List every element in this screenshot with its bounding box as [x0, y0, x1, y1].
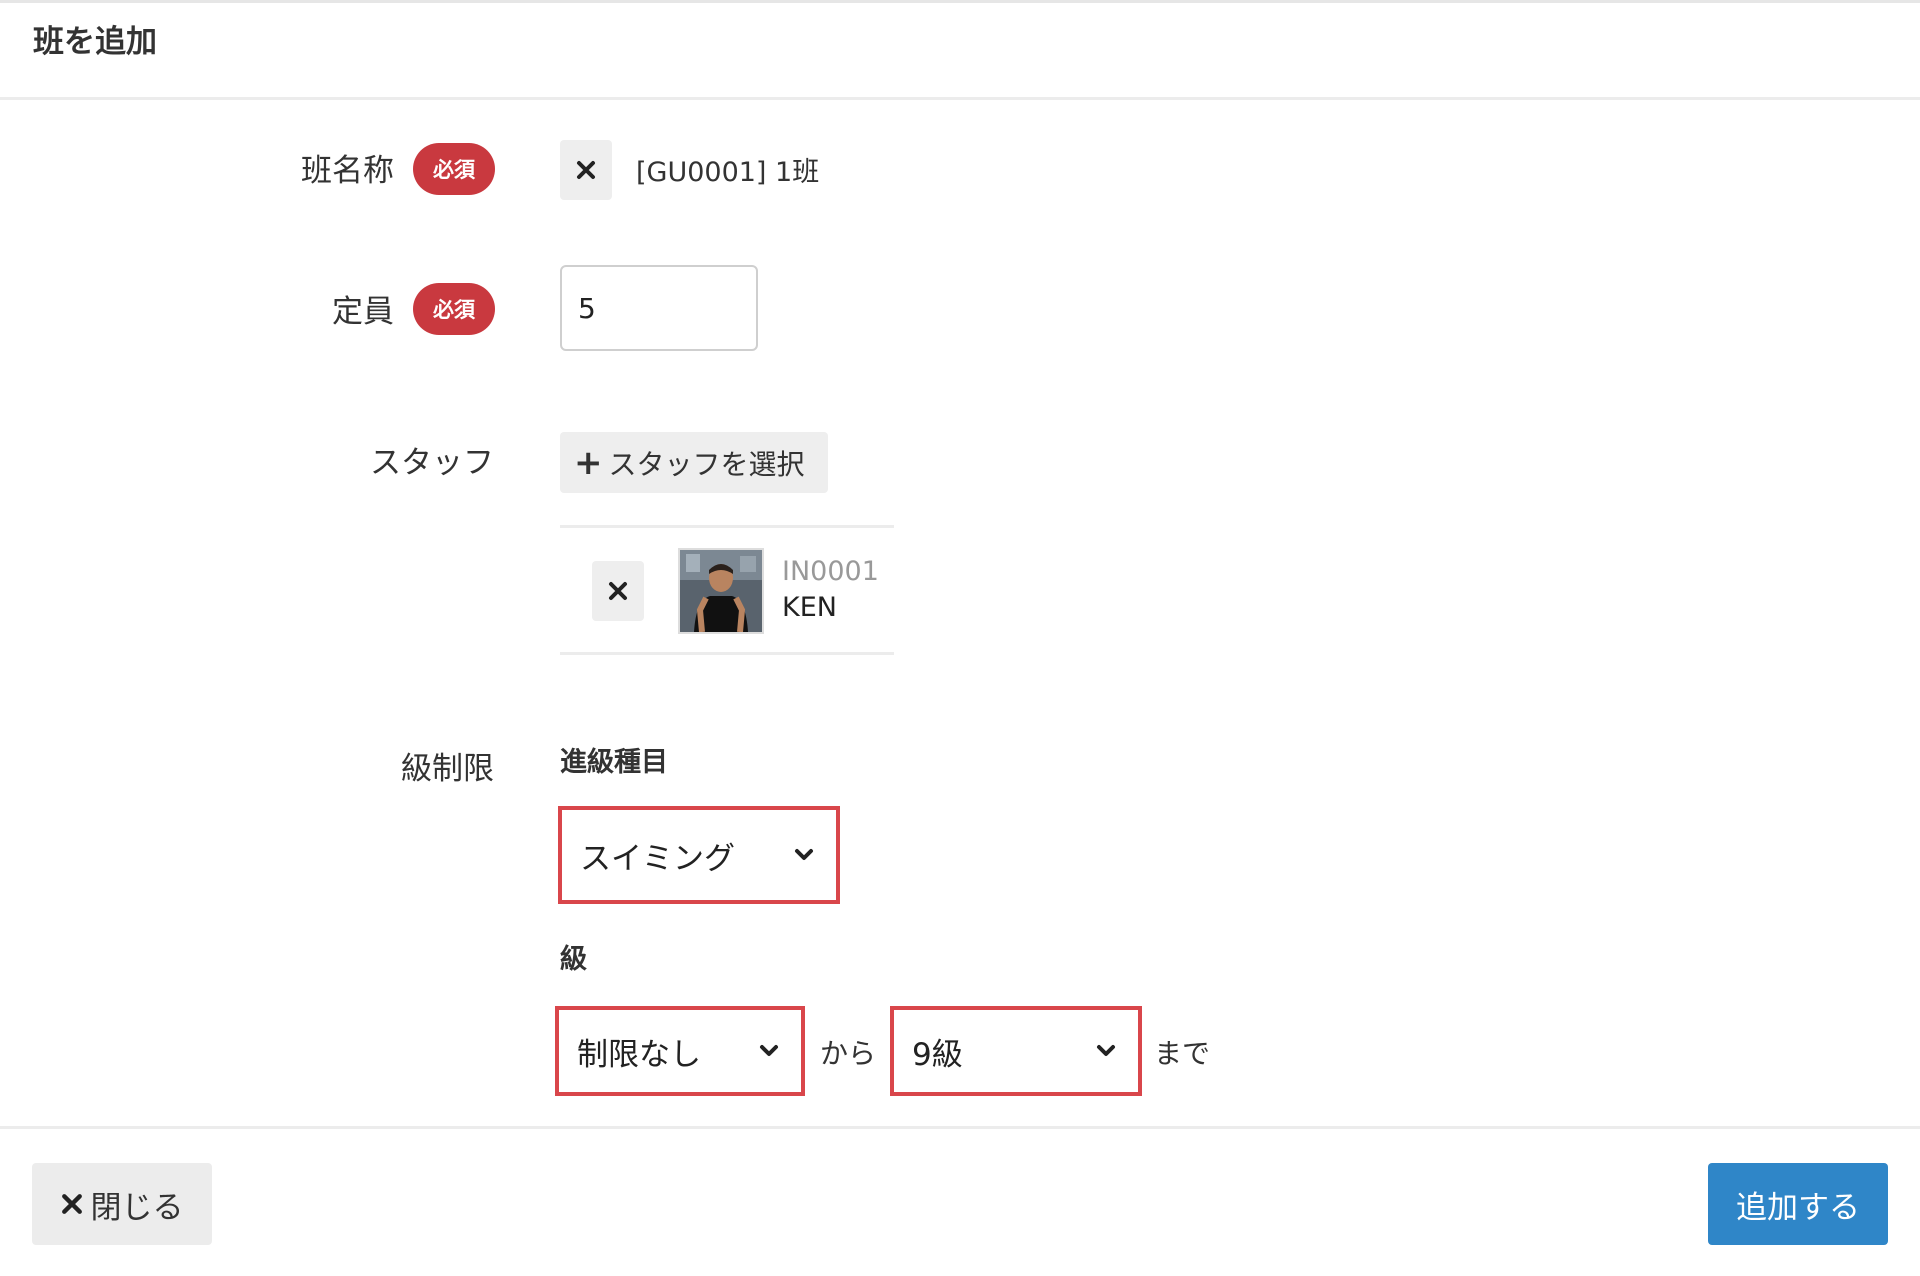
close-button-label: 閉じる [90, 1189, 184, 1226]
select-staff-button[interactable]: + スタッフを選択 [560, 432, 828, 493]
staff-list-item: IN0001 KEN [560, 525, 894, 655]
grade-to-value: 9級 [912, 1036, 963, 1073]
required-badge: 必須 [413, 143, 495, 195]
capacity-label: 定員 [332, 294, 394, 330]
add-button[interactable]: 追加する [1708, 1163, 1888, 1245]
avatar [678, 548, 764, 634]
chevron-down-icon [795, 849, 813, 860]
category-select[interactable]: スイミング [558, 806, 840, 904]
remove-staff-button[interactable] [592, 561, 644, 621]
category-select-value: スイミング [580, 840, 735, 877]
grade-from-select[interactable]: 制限なし [555, 1006, 805, 1096]
select-staff-label: スタッフを選択 [608, 447, 805, 481]
plus-icon: + [574, 442, 603, 483]
close-button[interactable]: 閉じる [32, 1163, 212, 1245]
close-icon [609, 582, 627, 600]
grade-from-value: 制限なし [577, 1036, 701, 1073]
staff-code: IN0001 [782, 556, 879, 587]
group-name-label: 班名称 [301, 153, 394, 189]
header-divider [0, 97, 1920, 100]
staff-label: スタッフ [370, 445, 494, 481]
footer-divider [0, 1126, 1920, 1129]
dialog-title: 班を追加 [33, 24, 157, 60]
clear-group-button[interactable] [560, 140, 612, 200]
group-name-value: [GU0001] 1班 [636, 157, 820, 188]
chevron-down-icon [1097, 1045, 1115, 1056]
grade-label: 級 [560, 944, 587, 975]
grade-limit-label: 級制限 [401, 751, 494, 787]
category-label: 進級種目 [560, 747, 668, 778]
close-icon [61, 1194, 82, 1214]
chevron-down-icon [760, 1045, 778, 1056]
to-text: まで [1154, 1037, 1211, 1070]
add-button-label: 追加する [1736, 1189, 1860, 1226]
close-icon [577, 161, 595, 179]
top-border [0, 0, 1920, 3]
staff-name: KEN [782, 592, 837, 623]
required-badge: 必須 [413, 283, 495, 335]
capacity-input[interactable] [560, 265, 758, 351]
grade-to-select[interactable]: 9級 [890, 1006, 1142, 1096]
from-text: から [820, 1037, 877, 1070]
